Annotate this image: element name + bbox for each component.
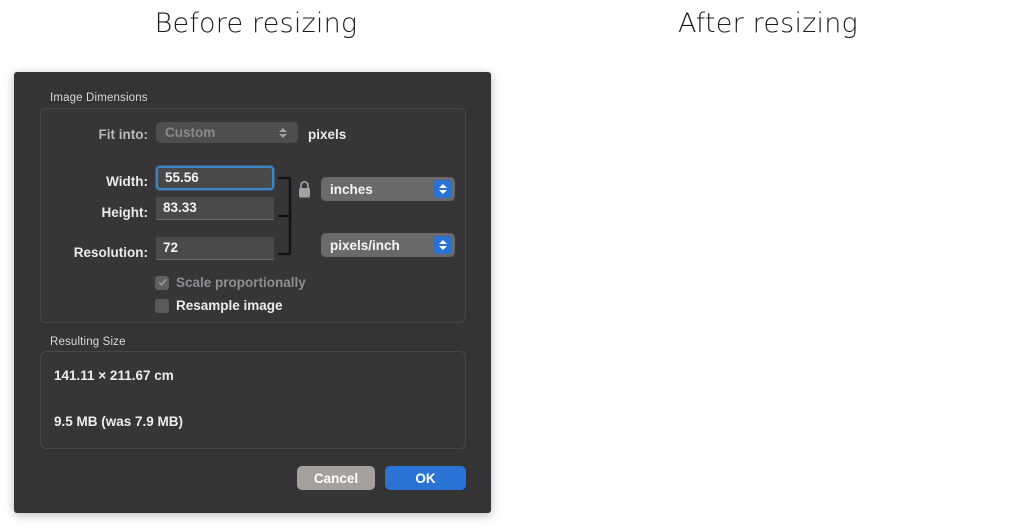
height-label: Height: [101, 205, 149, 220]
fit-into-value: Custom [165, 125, 216, 140]
width-value: 55.56 [165, 170, 199, 186]
panel-heading-before: Before resizing [154, 8, 358, 39]
image-resize-dialog-before: Image Dimensions Fit into: Custom pixels… [14, 72, 491, 513]
panel-before: Before resizing Image Dimensions Fit int… [0, 0, 512, 530]
resample-image-checkbox-row[interactable]: Resample image [155, 298, 283, 313]
fit-into-unit-label: pixels [308, 127, 347, 142]
resulting-size-group-box [40, 351, 466, 449]
panel-heading-after: After resizing [678, 8, 858, 39]
resolution-unit-select[interactable]: pixels/inch [321, 233, 455, 257]
dialog-body: Image Dimensions Fit into: Custom pixels… [14, 72, 491, 513]
panel-after: After resizing Image Dimensions Fit into… [512, 0, 1024, 530]
scale-proportionally-label: Scale proportionally [176, 275, 306, 290]
resolution-label: Resolution: [73, 245, 148, 260]
size-unit-select[interactable]: inches [321, 177, 455, 201]
checkmark-icon [158, 278, 166, 286]
resulting-size-group-label: Resulting Size [50, 336, 126, 348]
resulting-dimensions: 141.11 × 211.67 cm [54, 368, 174, 383]
resample-image-checkbox[interactable] [155, 298, 169, 313]
closed-padlock-icon [299, 180, 310, 198]
fit-into-label: Fit into: [98, 127, 148, 142]
width-label: Width: [106, 174, 148, 189]
height-value: 83.33 [163, 200, 197, 216]
width-input[interactable]: 55.56 [156, 166, 274, 190]
resolution-value: 72 [163, 240, 179, 256]
resolution-unit-value: pixels/inch [330, 237, 400, 253]
chevron-updown-icon[interactable] [433, 236, 452, 254]
scale-proportionally-checkbox[interactable] [155, 275, 169, 290]
resolution-input[interactable]: 72 [156, 237, 274, 260]
chevron-updown-icon[interactable] [433, 180, 452, 198]
resample-image-label: Resample image [176, 298, 283, 313]
height-input[interactable]: 83.33 [156, 197, 274, 220]
fit-into-select[interactable]: Custom [156, 122, 298, 143]
scale-proportionally-checkbox-row[interactable]: Scale proportionally [155, 275, 306, 290]
cancel-button[interactable]: Cancel [297, 466, 375, 490]
ok-button[interactable]: OK [385, 466, 466, 490]
image-dimensions-group-label: Image Dimensions [50, 92, 148, 104]
resulting-filesize: 9.5 MB (was 7.9 MB) [54, 414, 184, 429]
chevron-updown-icon[interactable] [273, 125, 292, 140]
size-unit-value: inches [330, 181, 373, 197]
